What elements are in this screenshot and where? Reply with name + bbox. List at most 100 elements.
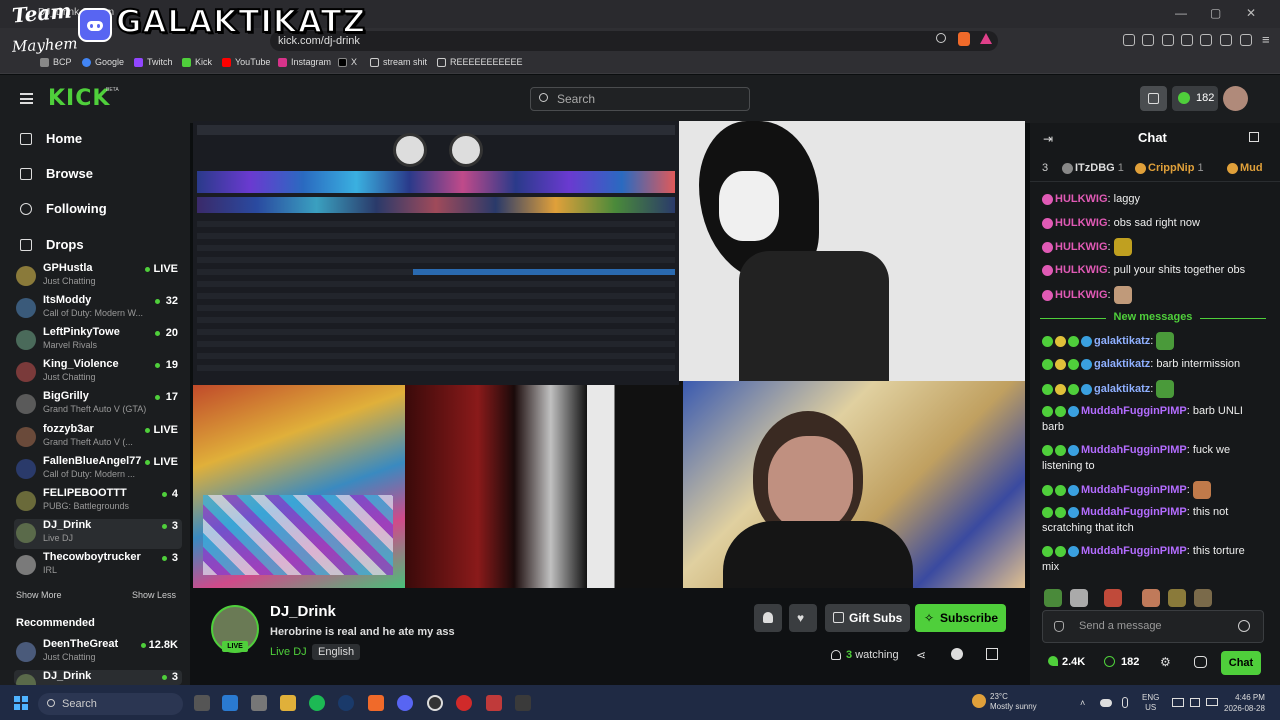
emoji-icon[interactable] (1238, 620, 1250, 632)
gifter-3[interactable]: Mud (1227, 162, 1280, 174)
download-icon[interactable] (1200, 34, 1212, 46)
chat-username[interactable]: MuddahFugginPIMP (1081, 405, 1187, 417)
app-icon[interactable] (486, 695, 502, 711)
nav-drops[interactable]: Drops (20, 237, 84, 252)
emote-icon[interactable] (1168, 589, 1186, 607)
layout-button[interactable] (1140, 86, 1167, 111)
stream-category[interactable]: Live DJ (270, 646, 307, 658)
notification-button[interactable] (754, 604, 782, 632)
calculator-icon[interactable] (251, 695, 267, 711)
taskbar-search[interactable]: Search (38, 693, 183, 715)
chat-username[interactable]: HULKWIG (1055, 264, 1108, 276)
opera-icon[interactable] (456, 695, 472, 711)
task-view-icon[interactable] (194, 695, 210, 711)
wallet-icon[interactable] (1220, 34, 1232, 46)
following-channel[interactable]: fozzyb3ar Grand Theft Auto V (... LIVE (14, 423, 182, 453)
show-more-button[interactable]: Show More (16, 590, 62, 600)
chat-coins[interactable]: 182 (1121, 656, 1139, 668)
brave-shield-icon[interactable] (958, 32, 970, 46)
history-icon[interactable] (1162, 34, 1174, 46)
volume-icon[interactable] (1190, 698, 1200, 707)
chat-username[interactable]: MuddahFugginPIMP (1081, 484, 1187, 496)
emote-picker-icon[interactable] (1194, 656, 1207, 668)
emote-icon[interactable] (1194, 589, 1212, 607)
chat-input[interactable]: Send a message (1042, 610, 1264, 643)
shield-icon[interactable] (1054, 621, 1064, 632)
following-channel[interactable]: King_Violence Just Chatting 19 (14, 358, 182, 388)
nav-home[interactable]: Home (20, 131, 82, 146)
chat-username[interactable]: galaktikatz (1094, 358, 1150, 370)
menu-icon[interactable]: ≡ (1262, 32, 1270, 47)
share-icon[interactable]: ⋖ (916, 648, 926, 662)
chat-leaderboard-icon[interactable] (1249, 132, 1259, 142)
following-channel[interactable]: ItsModdy Call of Duty: Modern W... 32 (14, 294, 182, 324)
settings-icon[interactable]: ⚙ (1160, 655, 1171, 669)
gifter-1[interactable]: ITzDBG 1 (1062, 162, 1124, 174)
chat-username[interactable]: HULKWIG (1055, 193, 1108, 205)
file-explorer-icon[interactable] (280, 695, 296, 711)
chat-username[interactable]: HULKWIG (1055, 217, 1108, 229)
brave-icon[interactable] (368, 695, 384, 711)
maximize-icon[interactable]: ▢ (1210, 6, 1221, 20)
emote-icon[interactable] (1104, 589, 1122, 607)
bookmark-stream-shit[interactable]: stream shit (370, 57, 427, 67)
obs-icon[interactable] (427, 695, 443, 711)
language-indicator[interactable]: ENG US (1142, 693, 1159, 713)
channel-points[interactable]: 2.4K (1062, 656, 1085, 668)
nav-browse[interactable]: Browse (20, 166, 93, 181)
rewards-icon[interactable] (980, 33, 992, 44)
bookmark-reeee[interactable]: REEEEEEEEEEE (437, 57, 523, 67)
gifter-2[interactable]: CrippNip 1 (1135, 162, 1204, 174)
show-less-button[interactable]: Show Less (132, 590, 176, 600)
info-icon[interactable] (951, 648, 963, 660)
wifi-icon[interactable] (1172, 698, 1184, 707)
following-channel[interactable]: GPHustla Just Chatting LIVE (14, 262, 182, 292)
battery-icon[interactable] (1206, 698, 1218, 706)
video-player[interactable] (193, 121, 1025, 588)
search-input[interactable]: Search (530, 87, 750, 111)
kick-logo[interactable]: KICK (48, 86, 110, 111)
puzzle-icon[interactable] (1142, 34, 1154, 46)
steam-icon[interactable] (338, 695, 354, 711)
microphone-icon[interactable] (1122, 697, 1128, 708)
chat-username[interactable]: MuddahFugginPIMP (1081, 545, 1187, 557)
collapse-chat-icon[interactable]: ⇥ (1043, 132, 1053, 146)
discord-taskbar-icon[interactable] (397, 695, 413, 711)
minimize-icon[interactable]: — (1175, 6, 1187, 20)
recommended-channel[interactable]: DJ_Drink 3 (14, 670, 182, 685)
emote-icon[interactable] (1070, 589, 1088, 607)
language-tag[interactable]: English (312, 644, 361, 660)
following-channel[interactable]: FELIPEBOOTTT PUBG: Battlegrounds 4 (14, 487, 182, 517)
emote-icon[interactable] (1044, 589, 1062, 607)
following-channel[interactable]: Thecowboytrucker IRL 3 (14, 551, 182, 581)
extension-icon[interactable] (1123, 34, 1135, 46)
chat-username[interactable]: MuddahFugginPIMP (1081, 444, 1187, 456)
hamburger-icon[interactable] (20, 93, 33, 104)
following-channel[interactable]: DJ_Drink Live DJ 3 (14, 519, 182, 549)
leo-icon[interactable] (1240, 34, 1252, 46)
emote-icon[interactable] (1142, 589, 1160, 607)
clock[interactable]: 4:46 PM 2026-08-28 (1224, 692, 1265, 714)
nav-following[interactable]: Following (20, 201, 107, 216)
following-channel[interactable]: LeftPinkyTowe Marvel Rivals 20 (14, 326, 182, 356)
follow-button[interactable]: ♥ (789, 604, 817, 632)
user-avatar[interactable] (1223, 86, 1248, 111)
tray-expand-icon[interactable]: ˄ (1080, 698, 1085, 708)
following-channel[interactable]: BigGrilly Grand Theft Auto V (GTA) 17 (14, 390, 182, 420)
following-channel[interactable]: FallenBlueAngel77 Call of Duty: Modern ..… (14, 455, 182, 485)
weather-widget[interactable]: 23°C Mostly sunny (990, 692, 1037, 712)
zoom-icon[interactable] (936, 33, 946, 43)
chat-username[interactable]: galaktikatz (1094, 335, 1150, 347)
weather-icon[interactable] (972, 694, 986, 708)
spotify-icon[interactable] (309, 695, 325, 711)
address-bar[interactable]: kick.com/dj-drink (270, 31, 998, 51)
windows-start-icon[interactable] (14, 696, 28, 710)
chat-username[interactable]: galaktikatz (1094, 383, 1150, 395)
channel-name[interactable]: DJ_Drink (270, 603, 336, 620)
sidebar-toggle-icon[interactable] (1181, 34, 1193, 46)
photos-icon[interactable] (222, 695, 238, 711)
close-icon[interactable]: ✕ (1246, 6, 1256, 20)
chat-username[interactable]: HULKWIG (1055, 289, 1108, 301)
chat-username[interactable]: MuddahFugginPIMP (1081, 506, 1187, 518)
chat-username[interactable]: HULKWIG (1055, 241, 1108, 253)
